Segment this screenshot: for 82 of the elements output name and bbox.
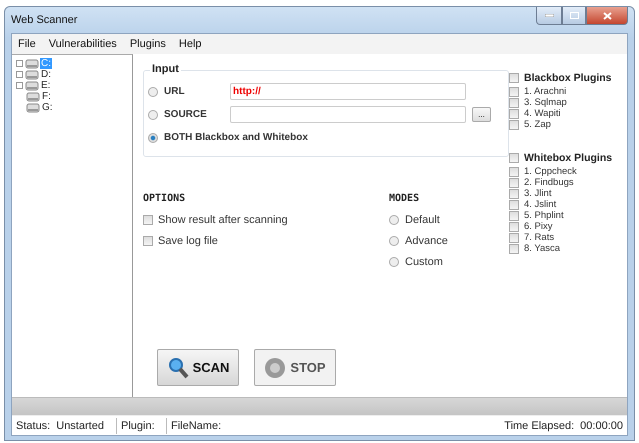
- checkbox-label: 1. Cppcheck: [524, 166, 577, 177]
- time-label: Time Elapsed:: [504, 420, 574, 432]
- checkbox[interactable]: [509, 222, 519, 232]
- checkbox-label: 4. Jslint: [524, 199, 556, 210]
- menu-item[interactable]: Plugins: [130, 38, 166, 50]
- checkbox-label: 3. Sqlmap: [524, 97, 567, 108]
- window-title: Web Scanner: [11, 14, 78, 26]
- checkbox[interactable]: [509, 120, 519, 130]
- checkbox-label: 3. Jlint: [524, 188, 552, 199]
- status-value: Unstarted: [56, 420, 104, 432]
- checkbox[interactable]: [509, 244, 519, 254]
- expand-icon[interactable]: [16, 82, 23, 89]
- checkbox[interactable]: [509, 232, 519, 242]
- menu-item[interactable]: Help: [178, 38, 202, 50]
- tree-item[interactable]: F:: [41, 91, 52, 102]
- expand-icon[interactable]: [16, 71, 23, 78]
- close-button[interactable]: [586, 7, 628, 25]
- radio-label: Advance: [405, 235, 448, 247]
- plugin-label: Plugin:: [121, 420, 155, 432]
- drive-icon: [25, 80, 39, 90]
- checkbox[interactable]: [509, 153, 519, 163]
- maximize-icon: [570, 12, 578, 19]
- checkbox[interactable]: [509, 108, 519, 118]
- section-title: OPTIONS: [143, 193, 186, 204]
- radio-button[interactable]: [148, 86, 158, 96]
- drive-icon: [26, 92, 40, 102]
- checkbox-label: 5. Phplint: [524, 210, 564, 221]
- checkbox[interactable]: [509, 73, 519, 83]
- radio-button[interactable]: [389, 257, 399, 267]
- checkbox[interactable]: [509, 178, 519, 188]
- tree-item[interactable]: D:: [40, 69, 52, 80]
- radio-button[interactable]: [148, 132, 158, 142]
- time-value: 00:00:00: [580, 420, 623, 432]
- checkbox[interactable]: [509, 166, 519, 176]
- filename-label: FileName:: [171, 420, 222, 432]
- radio-label: Default: [405, 214, 440, 226]
- radio-label: BOTH Blackbox and Whitebox: [164, 132, 308, 143]
- group-title: Blackbox Plugins: [524, 72, 612, 84]
- search-icon: [166, 356, 189, 378]
- checkbox-label: Save log file: [158, 235, 218, 247]
- close-icon: [602, 12, 612, 20]
- scan-button[interactable]: SCAN: [157, 349, 239, 386]
- expand-icon[interactable]: [16, 60, 23, 67]
- radio-button[interactable]: [389, 215, 399, 225]
- checkbox[interactable]: [509, 98, 519, 108]
- drive-icon: [26, 102, 40, 112]
- checkbox[interactable]: [509, 188, 519, 198]
- stop-icon: [264, 356, 286, 378]
- drive-icon: [25, 70, 39, 80]
- tree-item[interactable]: E:: [40, 80, 52, 91]
- browse-button[interactable]: ...: [472, 107, 491, 122]
- minimize-button[interactable]: [536, 7, 562, 25]
- radio-label: Custom: [405, 256, 443, 268]
- checkbox[interactable]: [509, 210, 519, 220]
- checkbox-label: 4. Wapiti: [524, 108, 561, 119]
- tree-item[interactable]: G:: [41, 102, 54, 113]
- radio-label: SOURCE: [164, 109, 208, 120]
- drive-icon: [25, 58, 39, 68]
- group-title: Whitebox Plugins: [524, 152, 612, 164]
- input-field[interactable]: http://: [230, 83, 466, 100]
- checkbox-label: Show result after scanning: [158, 214, 288, 226]
- checkbox-label: 1. Arachni: [524, 86, 566, 97]
- checkbox[interactable]: [143, 215, 153, 225]
- minimize-icon: [544, 14, 554, 17]
- checkbox[interactable]: [143, 236, 153, 246]
- status-label: Status:: [16, 420, 50, 432]
- checkbox-label: 8. Yasca: [524, 243, 560, 254]
- checkbox-label: 6. Pixy: [524, 221, 553, 232]
- radio-button[interactable]: [389, 236, 399, 246]
- checkbox-label: 5. Zap: [524, 119, 551, 130]
- input-field[interactable]: [230, 106, 466, 123]
- section-title: MODES: [389, 193, 420, 204]
- checkbox[interactable]: [509, 86, 519, 96]
- checkbox[interactable]: [509, 200, 519, 210]
- menu-item[interactable]: File: [18, 38, 36, 50]
- maximize-button[interactable]: [562, 7, 586, 25]
- radio-label: URL: [164, 86, 186, 97]
- checkbox-label: 7. Rats: [524, 232, 554, 243]
- menu-item[interactable]: Vulnerabilities: [48, 38, 117, 50]
- radio-button[interactable]: [148, 110, 158, 120]
- group-title: Input: [150, 63, 181, 75]
- checkbox-label: 2. Findbugs: [524, 177, 574, 188]
